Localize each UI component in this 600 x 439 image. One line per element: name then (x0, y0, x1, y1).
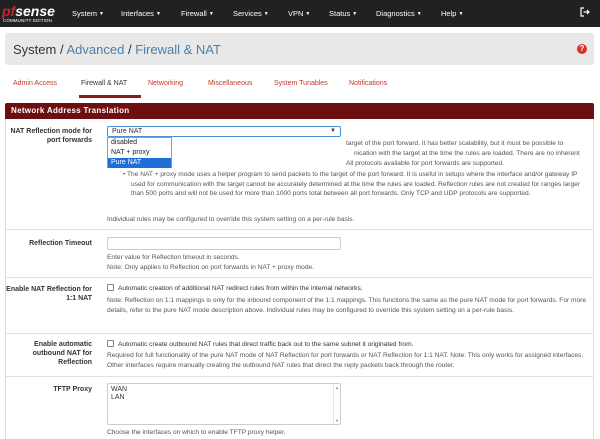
listbox-scrollbar[interactable]: ▲ ▼ (333, 384, 340, 424)
nav-system[interactable]: System ▼ (72, 9, 104, 18)
breadcrumb-advanced[interactable]: Advanced (67, 42, 125, 57)
logout-icon[interactable] (580, 7, 590, 17)
nat-reflection-dropdown: disabled NAT + proxy Pure NAT (107, 137, 172, 168)
caret-down-icon: ▼ (208, 11, 214, 18)
help-icon[interactable]: ? (577, 44, 587, 54)
panel-title: Network Address Translation (11, 106, 130, 115)
nav-status[interactable]: Status ▼ (329, 9, 357, 18)
caret-down-icon: ▼ (352, 11, 358, 18)
nav-interfaces[interactable]: Interfaces ▼ (121, 9, 161, 18)
tftp-proxy-listbox[interactable]: WAN LAN ▲ ▼ (107, 383, 341, 425)
tab-firewall-nat[interactable]: Firewall & NAT (81, 80, 127, 87)
breadcrumb: System / Advanced / Firewall & NAT (13, 42, 221, 57)
outbound-checkbox-label: Automatic create outbound NAT rules that… (118, 341, 414, 348)
caret-down-icon: ▼ (458, 11, 464, 18)
outbound-nat-label: Enable automatic outbound NAT for Reflec… (32, 341, 92, 366)
outbound-checkbox-row: Automatic create outbound NAT rules that… (107, 340, 413, 350)
reflection-timeout-label: Reflection Timeout (29, 240, 92, 247)
breadcrumb-firewall-nat[interactable]: Firewall & NAT (135, 42, 221, 57)
option-pure-nat[interactable]: Pure NAT (108, 158, 171, 168)
reflection-timeout-input[interactable] (107, 237, 341, 250)
one-to-one-label: Enable NAT Reflection for 1:1 NAT (6, 286, 92, 302)
nat-reflection-help-line1: target of the port forward. It has bette… (346, 140, 564, 147)
one-to-one-row: Enable NAT Reflection for 1:1 NAT Automa… (5, 278, 594, 334)
tab-networking[interactable]: Networking (148, 80, 183, 87)
reflection-timeout-help2: Note: Only applies to Reflection on port… (107, 264, 315, 271)
option-nat-proxy[interactable]: NAT + proxy (108, 148, 171, 158)
reflection-timeout-help1: Enter value for Reflection timeout in se… (107, 254, 240, 261)
nav-services[interactable]: Services ▼ (233, 9, 269, 18)
scroll-down-icon[interactable]: ▼ (335, 418, 339, 423)
logo-sense: sense (15, 3, 55, 19)
caret-down-icon: ▼ (155, 11, 161, 18)
nav-firewall[interactable]: Firewall ▼ (181, 9, 214, 18)
nat-reflection-help-line2: nication with the target at the time the… (354, 150, 580, 157)
one-to-one-checkbox-row: Automatic creation of additional NAT red… (107, 284, 363, 294)
tftp-proxy-help: Choose the interfaces on which to enable… (107, 429, 286, 436)
tftp-proxy-label: TFTP Proxy (53, 386, 92, 393)
tftp-item-lan[interactable]: LAN (108, 394, 340, 402)
one-to-one-help: Note: Reflection on 1:1 mappings is only… (107, 297, 587, 314)
one-to-one-checkbox-label: Automatic creation of additional NAT red… (118, 285, 363, 292)
tab-system-tunables[interactable]: System Tunables (274, 80, 328, 87)
caret-down-icon: ▼ (263, 11, 269, 18)
caret-down-icon: ▼ (305, 11, 311, 18)
chevron-down-icon: ▼ (330, 128, 336, 134)
one-to-one-checkbox[interactable] (107, 284, 114, 291)
reflection-timeout-row: Reflection Timeout Enter value for Refle… (5, 230, 594, 278)
top-navbar: pfsense COMMUNITY EDITION System ▼ Interf… (0, 0, 600, 27)
logo-edition: COMMUNITY EDITION (3, 18, 52, 23)
tftp-proxy-row: TFTP Proxy WAN LAN ▲ ▼ Choose the interf… (5, 377, 594, 439)
nat-reflection-help-proxy: • The NAT + proxy mode uses a helper pro… (123, 171, 580, 198)
tab-admin-access[interactable]: Admin Access (13, 80, 57, 87)
nav-diagnostics[interactable]: Diagnostics ▼ (376, 9, 422, 18)
tab-notifications[interactable]: Notifications (349, 80, 387, 87)
tftp-item-wan[interactable]: WAN (108, 386, 340, 394)
pfsense-logo[interactable]: pfsense COMMUNITY EDITION (2, 3, 60, 25)
nav-help[interactable]: Help ▼ (441, 9, 463, 18)
active-tab-indicator (79, 95, 141, 98)
tab-bar: Admin Access Firewall & NAT Networking M… (5, 73, 594, 98)
nat-reflection-label: NAT Reflection mode for port forwards (10, 128, 92, 144)
breadcrumb-system: System (13, 42, 57, 57)
nat-reflection-help-line3: All protocols available for port forward… (346, 160, 504, 167)
nat-reflection-help-note: Individual rules may be configured to ov… (107, 216, 355, 223)
panel-header: Network Address Translation (5, 103, 594, 119)
nat-reflection-row: NAT Reflection mode for port forwards Pu… (5, 119, 594, 230)
nav-vpn[interactable]: VPN ▼ (288, 9, 310, 18)
nat-reflection-select[interactable]: Pure NAT ▼ (107, 126, 341, 137)
caret-down-icon: ▼ (99, 11, 104, 18)
option-disabled[interactable]: disabled (108, 138, 171, 148)
outbound-nat-row: Enable automatic outbound NAT for Reflec… (5, 334, 594, 377)
logo-pf: pf (2, 3, 16, 19)
outbound-checkbox[interactable] (107, 340, 114, 347)
breadcrumb-bar: System / Advanced / Firewall & NAT ? (5, 33, 594, 65)
caret-down-icon: ▼ (416, 11, 422, 18)
tab-miscellaneous[interactable]: Miscellaneous (208, 80, 252, 87)
outbound-help: Required for full functionality of the p… (107, 352, 584, 369)
scroll-up-icon[interactable]: ▲ (335, 385, 339, 390)
